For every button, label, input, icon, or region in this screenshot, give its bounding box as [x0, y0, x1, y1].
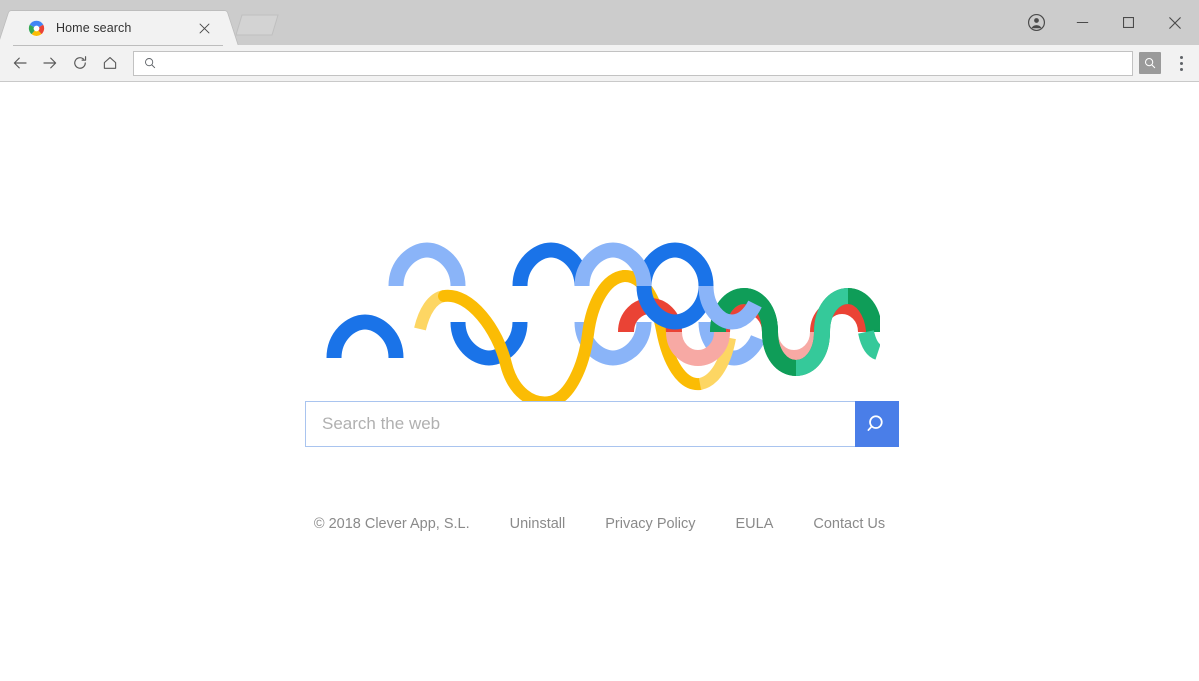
- tab-strip: Home search: [0, 0, 1199, 45]
- colored-sound-waves-logo: [320, 234, 880, 404]
- minimize-button[interactable]: [1059, 7, 1105, 39]
- page-content: © 2018 Clever App, S.L. Uninstall Privac…: [0, 82, 1199, 681]
- close-window-button[interactable]: [1151, 7, 1199, 39]
- home-icon[interactable]: [95, 48, 125, 78]
- search-submit-button[interactable]: [855, 401, 899, 447]
- search-form: [305, 401, 899, 447]
- maximize-button[interactable]: [1105, 7, 1151, 39]
- browser-tab[interactable]: Home search: [14, 11, 222, 45]
- footer-link-eula[interactable]: EULA: [736, 516, 774, 532]
- search-icon: [867, 415, 883, 431]
- pinwheel-logo-icon: [28, 20, 45, 37]
- page-footer: © 2018 Clever App, S.L. Uninstall Privac…: [0, 516, 1199, 532]
- tab-title: Home search: [56, 21, 132, 35]
- reload-icon[interactable]: [65, 48, 95, 78]
- address-bar[interactable]: [133, 50, 1133, 76]
- footer-link-privacy-policy[interactable]: Privacy Policy: [605, 516, 695, 532]
- search-icon: [142, 55, 158, 71]
- search-input[interactable]: [320, 413, 855, 435]
- footer-link-contact-us[interactable]: Contact Us: [813, 516, 885, 532]
- menu-dot: [1179, 61, 1183, 65]
- menu-dot: [1179, 67, 1183, 71]
- account-circle-icon[interactable]: [1013, 7, 1059, 39]
- browser-toolbar: [0, 45, 1199, 82]
- close-icon[interactable]: [194, 18, 214, 38]
- copyright-text: © 2018 Clever App, S.L.: [313, 516, 470, 532]
- window-controls: [1013, 0, 1199, 45]
- menu-dot: [1179, 55, 1183, 59]
- footer-link-uninstall[interactable]: Uninstall: [510, 516, 566, 532]
- search-input-wrapper[interactable]: [305, 401, 855, 447]
- browser-menu-button[interactable]: [1167, 49, 1195, 77]
- browser-window: Home search Search the web © 2018 Clever…: [0, 0, 1199, 681]
- new-tab-button[interactable]: [232, 11, 284, 39]
- toolbar-search-button[interactable]: [1139, 52, 1161, 74]
- back-arrow-icon[interactable]: [5, 48, 35, 78]
- forward-arrow-icon[interactable]: [35, 48, 65, 78]
